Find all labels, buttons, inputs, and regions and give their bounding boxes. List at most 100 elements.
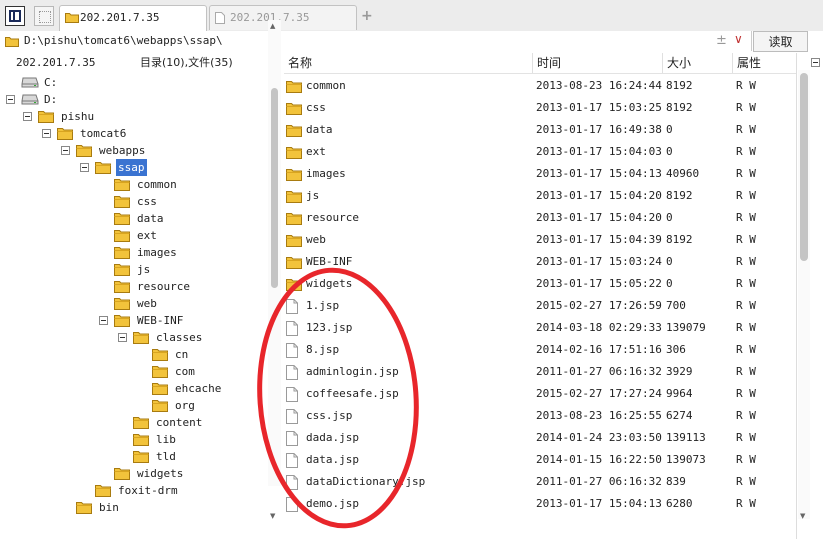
file-name: js — [306, 189, 320, 202]
file-row[interactable]: data.jsp 2014-01-15 16:22:50 139073 R W — [284, 449, 796, 471]
tree-node-org[interactable]: org — [137, 397, 284, 414]
file-row[interactable]: 123.jsp 2014-03-18 02:29:33 139079 R W — [284, 317, 796, 339]
folder-row[interactable]: data 2013-01-17 16:49:38 0 R W — [284, 119, 796, 141]
scroll-down-icon[interactable]: ▼ — [270, 512, 275, 520]
address-input[interactable]: D:\pishu\tomcat6\webapps\ssap\ ± ∨ — [0, 31, 752, 51]
file-time: 2015-02-27 17:27:24 — [536, 387, 662, 400]
tree-node-css[interactable]: css — [99, 193, 284, 210]
pin-icon[interactable]: ± — [716, 33, 727, 48]
tree-node-common[interactable]: common — [99, 176, 284, 193]
collapse-icon[interactable] — [811, 58, 820, 67]
tree-node-label: D: — [44, 93, 58, 106]
collapse-toggle-icon[interactable] — [42, 129, 51, 138]
chevron-down-icon[interactable]: ∨ — [734, 32, 743, 46]
tree-node-label: classes — [156, 331, 203, 344]
tree-node-c[interactable]: C: — [6, 74, 206, 91]
tree-node-label: common — [137, 178, 177, 191]
column-header-attr[interactable]: 属性 — [732, 53, 796, 73]
collapse-toggle-icon[interactable] — [80, 163, 89, 172]
blank-tab-button[interactable] — [34, 6, 54, 26]
file-row[interactable]: 8.jsp 2014-02-16 17:51:16 306 R W — [284, 339, 796, 361]
folder-row[interactable]: web 2013-01-17 15:04:39 8192 R W — [284, 229, 796, 251]
file-time: 2015-02-27 17:26:59 — [536, 299, 662, 312]
folder-row[interactable]: css 2013-01-17 15:03:25 8192 R W — [284, 97, 796, 119]
tree-node-bin[interactable]: bin — [61, 499, 261, 516]
file-row[interactable]: css.jsp 2013-08-23 16:25:55 6274 R W — [284, 405, 796, 427]
file-attr: R W — [736, 277, 756, 290]
collapse-toggle-icon[interactable] — [61, 146, 70, 155]
list-scrollbar-thumb[interactable] — [800, 73, 808, 261]
file-attr: R W — [736, 145, 756, 158]
folder-row[interactable]: WEB-INF 2013-01-17 15:03:24 0 R W — [284, 251, 796, 273]
tree-node-label: web — [137, 297, 157, 310]
tab-label: 202.201.7.35 — [80, 11, 160, 24]
blank-page-icon — [39, 11, 51, 23]
file-time: 2013-01-17 16:49:38 — [536, 123, 662, 136]
scroll-down-icon[interactable]: ▼ — [800, 512, 805, 520]
folder-row[interactable]: ext 2013-01-17 15:04:03 0 R W — [284, 141, 796, 163]
tree-node-lib[interactable]: lib — [118, 431, 284, 448]
column-header-name[interactable]: 名称 — [284, 53, 532, 73]
tree-node-label: org — [175, 399, 195, 412]
folder-row[interactable]: resource 2013-01-17 15:04:20 0 R W — [284, 207, 796, 229]
column-header-size[interactable]: 大小 — [662, 53, 732, 73]
folder-row[interactable]: js 2013-01-17 15:04:20 8192 R W — [284, 185, 796, 207]
tree-node-foxit-drm[interactable]: foxit-drm — [80, 482, 280, 499]
read-button[interactable]: 读取 — [753, 31, 808, 52]
tree-node-web[interactable]: web — [99, 295, 284, 312]
tree-node-webapps[interactable]: webapps — [61, 142, 261, 159]
collapse-toggle-icon[interactable] — [6, 95, 15, 104]
file-name: 123.jsp — [306, 321, 353, 334]
file-row[interactable]: 1.jsp 2015-02-27 17:26:59 700 R W — [284, 295, 796, 317]
tree-node-classes[interactable]: classes — [118, 329, 284, 346]
tree-count-label: 目录(10),文件(35) — [140, 56, 233, 69]
file-name: ext — [306, 145, 326, 158]
tree-node-label: ssap — [116, 159, 147, 176]
file-time: 2014-02-16 17:51:16 — [536, 343, 662, 356]
tree-node-js[interactable]: js — [99, 261, 284, 278]
tree-node-com[interactable]: com — [137, 363, 284, 380]
tree-node-resource[interactable]: resource — [99, 278, 284, 295]
file-size: 0 — [666, 255, 673, 268]
file-size: 0 — [666, 123, 673, 136]
tree-node-images[interactable]: images — [99, 244, 284, 261]
folder-row[interactable]: widgets 2013-01-17 15:05:22 0 R W — [284, 273, 796, 295]
tree-node-ext[interactable]: ext — [99, 227, 284, 244]
tree-node-web-inf[interactable]: WEB-INF — [99, 312, 284, 329]
tree-node-data[interactable]: data — [99, 210, 284, 227]
add-tab-button[interactable]: + — [361, 8, 373, 24]
tab-session-2[interactable]: 202.201.7.35 — [209, 5, 357, 30]
tree-node-ssap[interactable]: ssap — [80, 159, 280, 176]
file-name: common — [306, 79, 346, 92]
file-row[interactable]: coffeesafe.jsp 2015-02-27 17:27:24 9964 R W — [284, 383, 796, 405]
file-name: WEB-INF — [306, 255, 353, 268]
tree-node-pishu[interactable]: pishu — [23, 108, 223, 125]
tree-node-d[interactable]: D: — [6, 91, 206, 108]
tree-node-tld[interactable]: tld — [118, 448, 284, 465]
tree-node-widgets[interactable]: widgets — [99, 465, 284, 482]
tree-node-content[interactable]: content — [118, 414, 284, 431]
tree-scrollbar-thumb[interactable] — [271, 88, 278, 288]
tree-node-ehcache[interactable]: ehcache — [137, 380, 284, 397]
file-name: data.jsp — [306, 453, 359, 466]
folder-row[interactable]: common 2013-08-23 16:24:44 8192 R W — [284, 75, 796, 97]
tab-session-1[interactable]: 202.201.7.35 — [59, 5, 207, 32]
file-row[interactable]: adminlogin.jsp 2011-01-27 06:16:32 3929 R W — [284, 361, 796, 383]
panel-toggle-button[interactable] — [5, 6, 25, 26]
tree-node-tomcat6[interactable]: tomcat6 — [42, 125, 242, 142]
scroll-up-icon[interactable]: ▲ — [270, 22, 275, 30]
file-row[interactable]: dada.jsp 2014-01-24 23:03:50 139113 R W — [284, 427, 796, 449]
file-row[interactable]: demo.jsp 2013-01-17 15:04:13 6280 R W — [284, 493, 796, 515]
collapse-toggle-icon[interactable] — [23, 112, 32, 121]
collapse-toggle-icon[interactable] — [99, 316, 108, 325]
tree-node-label: content — [156, 416, 203, 429]
file-attr: R W — [736, 123, 756, 136]
address-bar: D:\pishu\tomcat6\webapps\ssap\ ± ∨ 读取 — [0, 31, 823, 54]
file-size: 0 — [666, 277, 673, 290]
file-row[interactable]: dataDictionary.jsp 2011-01-27 06:16:32 839… — [284, 471, 796, 493]
collapse-toggle-icon[interactable] — [118, 333, 127, 342]
folder-row[interactable]: images 2013-01-17 15:04:13 40960 R W — [284, 163, 796, 185]
tree-node-cn[interactable]: cn — [137, 346, 284, 363]
column-header-time[interactable]: 时间 — [532, 53, 662, 73]
file-time: 2013-01-17 15:04:39 — [536, 233, 662, 246]
